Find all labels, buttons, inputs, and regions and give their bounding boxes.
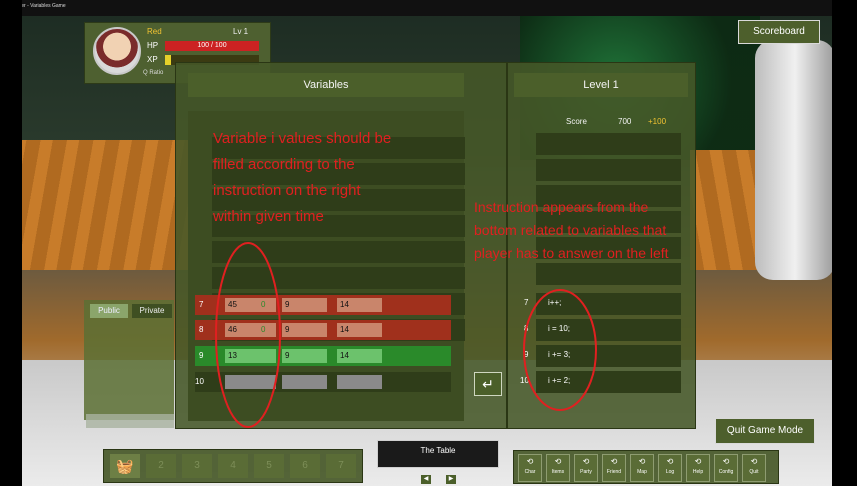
ellipse-right [523, 289, 597, 411]
annotation-ellipses [215, 242, 597, 428]
ellipse-left [215, 242, 281, 428]
